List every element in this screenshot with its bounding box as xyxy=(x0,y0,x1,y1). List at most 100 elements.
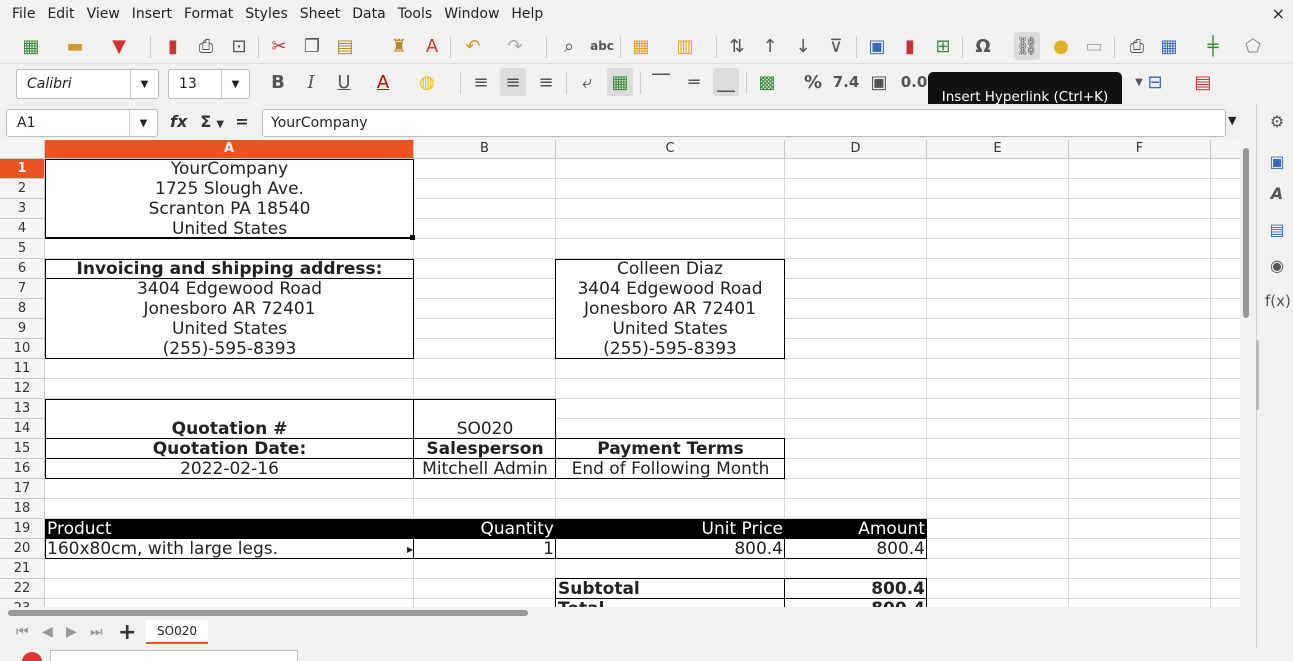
column-header-e[interactable]: E xyxy=(927,140,1069,159)
menu-format[interactable]: Format xyxy=(178,0,239,28)
row-header-12[interactable]: 12 xyxy=(0,379,45,399)
styles-icon[interactable]: A xyxy=(1265,184,1289,208)
italic-button[interactable]: I xyxy=(298,68,324,96)
wrap-text-icon[interactable]: ⤶ xyxy=(574,68,600,96)
sort-ascending-icon[interactable]: ↑ xyxy=(757,32,783,60)
menu-file[interactable]: File xyxy=(0,0,41,28)
print-icon[interactable]: ⎙ xyxy=(193,32,219,60)
formula-button[interactable]: = xyxy=(235,112,248,131)
header-footer-icon[interactable]: ▭ xyxy=(1081,32,1107,60)
invoice-street[interactable]: 3404 Edgewood Road xyxy=(45,279,414,299)
menu-edit[interactable]: Edit xyxy=(41,0,80,28)
company-name[interactable]: YourCompany xyxy=(45,159,414,179)
close-find-bar-icon[interactable] xyxy=(22,652,42,661)
row-header-2[interactable]: 2 xyxy=(0,179,45,199)
sheet-tab-so020[interactable]: SO020 xyxy=(146,620,208,644)
row-header-11[interactable]: 11 xyxy=(0,359,45,379)
invoice-country[interactable]: United States xyxy=(45,319,414,339)
conditional-format-icon[interactable]: ▤ xyxy=(1190,68,1216,96)
redo-icon[interactable]: ↷ xyxy=(502,32,528,60)
save-icon[interactable]: ▼ xyxy=(106,32,132,60)
horizontal-scrollbar[interactable] xyxy=(0,607,1256,618)
customer-street[interactable]: 3404 Edgewood Road xyxy=(555,279,785,299)
insert-image-icon[interactable]: ▣ xyxy=(864,32,890,60)
functions-icon[interactable]: f(x) xyxy=(1265,292,1291,316)
export-pdf-icon[interactable]: ▮ xyxy=(160,32,186,60)
row-header-14[interactable]: 14 xyxy=(0,419,45,439)
show-draw-functions-icon[interactable]: ⬠ xyxy=(1240,32,1266,60)
first-sheet-icon[interactable]: ⏮ xyxy=(16,624,29,640)
underline-button[interactable]: U xyxy=(331,68,357,96)
number-format-button[interactable]: 7.4 xyxy=(833,68,860,96)
company-city[interactable]: Scranton PA 18540 xyxy=(45,199,414,219)
quotation-number[interactable]: SO020 xyxy=(414,419,556,439)
properties-icon[interactable]: ▣ xyxy=(1265,152,1289,176)
font-color-icon[interactable]: A xyxy=(370,68,396,96)
define-print-area-icon[interactable]: ⎙ xyxy=(1124,32,1150,60)
row-header-23[interactable]: 23 xyxy=(0,599,45,607)
next-sheet-icon[interactable]: ▶ xyxy=(66,624,77,640)
row-header-18[interactable]: 18 xyxy=(0,499,45,519)
total-label[interactable]: Total xyxy=(556,599,785,607)
sort-descending-icon[interactable]: ↓ xyxy=(790,32,816,60)
previous-sheet-icon[interactable]: ◀ xyxy=(42,624,53,640)
gear-icon[interactable]: ⚙ xyxy=(1265,112,1289,136)
header-quantity[interactable]: Quantity xyxy=(414,519,556,539)
row-header-20[interactable]: 20 xyxy=(0,539,45,559)
column-header-b[interactable]: B xyxy=(414,140,556,159)
gallery-icon[interactable]: ▤ xyxy=(1265,220,1289,244)
chevron-down-icon[interactable]: ▼ xyxy=(216,119,224,130)
spelling-icon[interactable]: abc xyxy=(589,32,615,60)
header-product[interactable]: Product xyxy=(45,519,414,539)
find-input[interactable] xyxy=(50,650,298,661)
row-header-5[interactable]: 5 xyxy=(0,239,45,259)
clone-formatting-icon[interactable]: ♜ xyxy=(386,32,412,60)
insert-hyperlink-icon[interactable]: ⛓ xyxy=(1014,32,1040,60)
currency-format-icon[interactable]: ▩ xyxy=(754,68,780,96)
sort-icon[interactable]: ⇅ xyxy=(724,32,750,60)
close-document-icon[interactable]: × xyxy=(1272,4,1285,23)
menu-styles[interactable]: Styles xyxy=(239,0,293,28)
payment-terms[interactable]: End of Following Month xyxy=(556,459,785,479)
salesperson-label[interactable]: Salesperson xyxy=(414,439,556,459)
row-header-13[interactable]: 13 xyxy=(0,399,45,419)
row-header-15[interactable]: 15 xyxy=(0,439,45,459)
row-header-8[interactable]: 8 xyxy=(0,299,45,319)
customer-city[interactable]: Jonesboro AR 72401 xyxy=(555,299,785,319)
split-window-icon[interactable]: ╪ xyxy=(1200,32,1226,60)
row-header-9[interactable]: 9 xyxy=(0,319,45,339)
customer-phone[interactable]: (255)-595-8393 xyxy=(555,339,785,359)
payment-terms-label[interactable]: Payment Terms xyxy=(556,439,785,459)
row-header-19[interactable]: 19 xyxy=(0,519,45,539)
bold-button[interactable]: B xyxy=(265,68,291,96)
undo-icon[interactable]: ↶ xyxy=(460,32,486,60)
menu-window[interactable]: Window xyxy=(438,0,505,28)
borders-icon[interactable]: ⊟ xyxy=(1142,68,1168,96)
subtotal-label[interactable]: Subtotal xyxy=(556,579,785,599)
align-center-icon[interactable]: ≡ xyxy=(500,68,526,96)
row-header-4[interactable]: 4 xyxy=(0,219,45,239)
horizontal-scroll-thumb[interactable] xyxy=(8,610,528,616)
row-header-10[interactable]: 10 xyxy=(0,339,45,359)
invoice-phone[interactable]: (255)-595-8393 xyxy=(45,339,414,359)
line-amount[interactable]: 800.4 xyxy=(785,539,927,559)
header-unit-price[interactable]: Unit Price xyxy=(556,519,785,539)
customer-name[interactable]: Colleen Diaz xyxy=(555,259,785,279)
clear-formatting-icon[interactable]: A xyxy=(419,32,445,60)
print-preview-icon[interactable]: ⊡ xyxy=(226,32,252,60)
font-name-select[interactable]: Calibri ▼ xyxy=(16,69,159,99)
menu-view[interactable]: View xyxy=(81,0,126,28)
cut-icon[interactable]: ✂ xyxy=(266,32,292,60)
column-icon[interactable]: ▥ xyxy=(672,32,698,60)
company-street[interactable]: 1725 Slough Ave. xyxy=(45,179,414,199)
find-replace-icon[interactable]: ⌕ xyxy=(556,32,582,60)
formula-input[interactable]: YourCompany xyxy=(262,109,1226,137)
paste-icon[interactable]: ▤ xyxy=(332,32,358,60)
quotation-date[interactable]: 2022-02-16 xyxy=(45,459,414,479)
invoice-city[interactable]: Jonesboro AR 72401 xyxy=(45,299,414,319)
subtotal-value[interactable]: 800.4 xyxy=(785,579,927,599)
row-header-17[interactable]: 17 xyxy=(0,479,45,499)
salesperson[interactable]: Mitchell Admin xyxy=(414,459,556,479)
column-header-d[interactable]: D xyxy=(785,140,927,159)
align-middle-icon[interactable]: ═ xyxy=(681,68,707,96)
